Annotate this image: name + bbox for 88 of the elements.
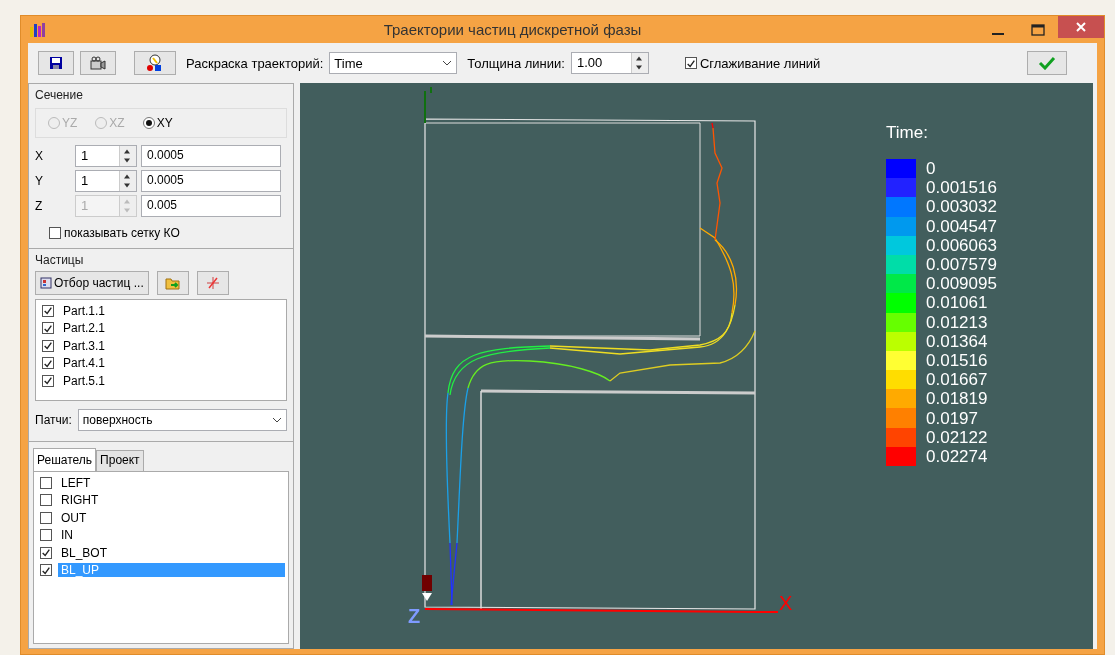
particle-item[interactable]: Part.2.1 [60,321,109,336]
tab[interactable]: Решатель [33,448,97,471]
patches-dropdown[interactable]: поверхность [77,409,287,431]
legend-value: 0.001516 [926,178,997,198]
checkbox[interactable] [684,57,697,69]
legend-value: 0.02274 [926,446,988,466]
legend-value: 0.01213 [926,312,988,332]
particle-item[interactable]: Part.5.1 [60,373,109,388]
minimize-icon [992,32,1004,35]
line-width-spinbox[interactable]: 1.00 [570,52,649,74]
legend-value: 0.01364 [926,331,988,351]
legend-value: 0.009095 [926,274,997,294]
checkbox[interactable] [49,227,61,239]
checkbox[interactable] [40,529,52,542]
color-settings-button[interactable] [134,51,176,75]
checkbox[interactable] [40,494,52,507]
select-particles-button[interactable]: Отбор частиц ... [35,271,149,295]
radio-dot-icon [145,120,152,126]
legend-title: Time: [886,123,929,143]
checkbox[interactable] [40,511,52,524]
x-axis-label: X [779,592,793,614]
ok-button[interactable] [1027,51,1067,75]
legend-value: 0.007579 [926,255,997,275]
patch-item[interactable]: BL_BOT [58,545,111,560]
axis-label: Z [35,199,44,213]
particle-item[interactable]: Part.3.1 [60,338,109,353]
patch-item[interactable]: IN [58,528,76,543]
section-title: Сечение [35,88,84,102]
radio-label: XZ [109,116,125,130]
smoothing-label: Сглаживание линий [699,55,821,71]
patch-item[interactable]: RIGHT [58,493,102,508]
palette-shapes-icon [146,54,164,72]
axis-label: Y [35,174,44,188]
particle-item[interactable]: Part.4.1 [60,356,109,371]
camera-button[interactable] [80,51,116,75]
patch-item[interactable]: LEFT [58,475,94,490]
legend-value: 0.01819 [926,389,988,409]
camera-icon [90,56,106,70]
legend-value: 0.004547 [926,216,997,236]
app-icon [29,21,47,38]
show-grid-label: показывать сетку КО [64,226,180,240]
legend-value: 0.01516 [926,350,988,370]
z-axis-label: Z [408,605,421,627]
radio-label: XY [156,116,173,130]
checkbox[interactable] [40,564,52,577]
radio-label: YZ [62,116,78,130]
line-width-label: Толщина линии: [467,55,565,71]
legend-value: 0.003032 [926,197,997,217]
checkmark-icon [1038,56,1056,70]
folder-arrow-icon [164,276,181,290]
index-spinbox[interactable]: 1 [75,170,137,192]
coordinate-field[interactable]: 0.0005 [141,170,281,192]
checkbox[interactable] [42,322,54,335]
legend-value: 0.01667 [926,370,988,390]
radio-button[interactable] [142,117,155,129]
legend-value: 0.01061 [926,293,988,313]
close-button[interactable] [1058,16,1104,38]
checkbox[interactable] [42,374,54,387]
particle-item[interactable]: Part.1.1 [60,303,109,318]
maximize-icon [1031,23,1045,36]
checkbox[interactable] [40,476,52,489]
legend-value: 0.02122 [926,427,988,447]
close-icon [1075,21,1087,33]
chevron-down-icon [272,417,282,423]
legend-value: 0 [926,159,936,179]
axis-button[interactable] [196,271,229,295]
patch-item[interactable]: OUT [58,510,90,525]
window-title: Траектории частиц дискретной фазы [382,21,643,38]
checkbox[interactable] [42,357,54,370]
color-mode-label: Раскраска траекторий: [186,55,324,71]
color-mode-dropdown[interactable]: Time [329,52,458,74]
load-button[interactable] [156,271,189,295]
checkbox[interactable] [42,304,54,317]
tab[interactable]: Проект [96,450,144,471]
patches-label: Патчи: [35,413,72,427]
axis-label: X [35,149,44,163]
legend-value: 0.006063 [926,235,997,255]
checkbox[interactable] [40,546,52,559]
crossed-lines-icon [204,275,221,291]
list-icon [40,277,52,289]
3d-viewport[interactable]: Z X Time: 0 0.001516 0.003032 0.004547 0.006063 0.007579 0.009095 0.01061 0.01213 0.01364 0.01516 0.01667 0.01819 0.0197 0.02122 0.02274 [300,83,1093,649]
checkbox[interactable] [42,339,54,352]
chevron-down-icon [442,60,453,66]
legend-value: 0.0197 [926,408,978,428]
save-button[interactable] [38,51,74,75]
index-spinbox[interactable]: 1 [75,145,137,167]
particles-title: Частицы [35,253,85,267]
coordinate-field[interactable]: 0.0005 [141,145,281,167]
